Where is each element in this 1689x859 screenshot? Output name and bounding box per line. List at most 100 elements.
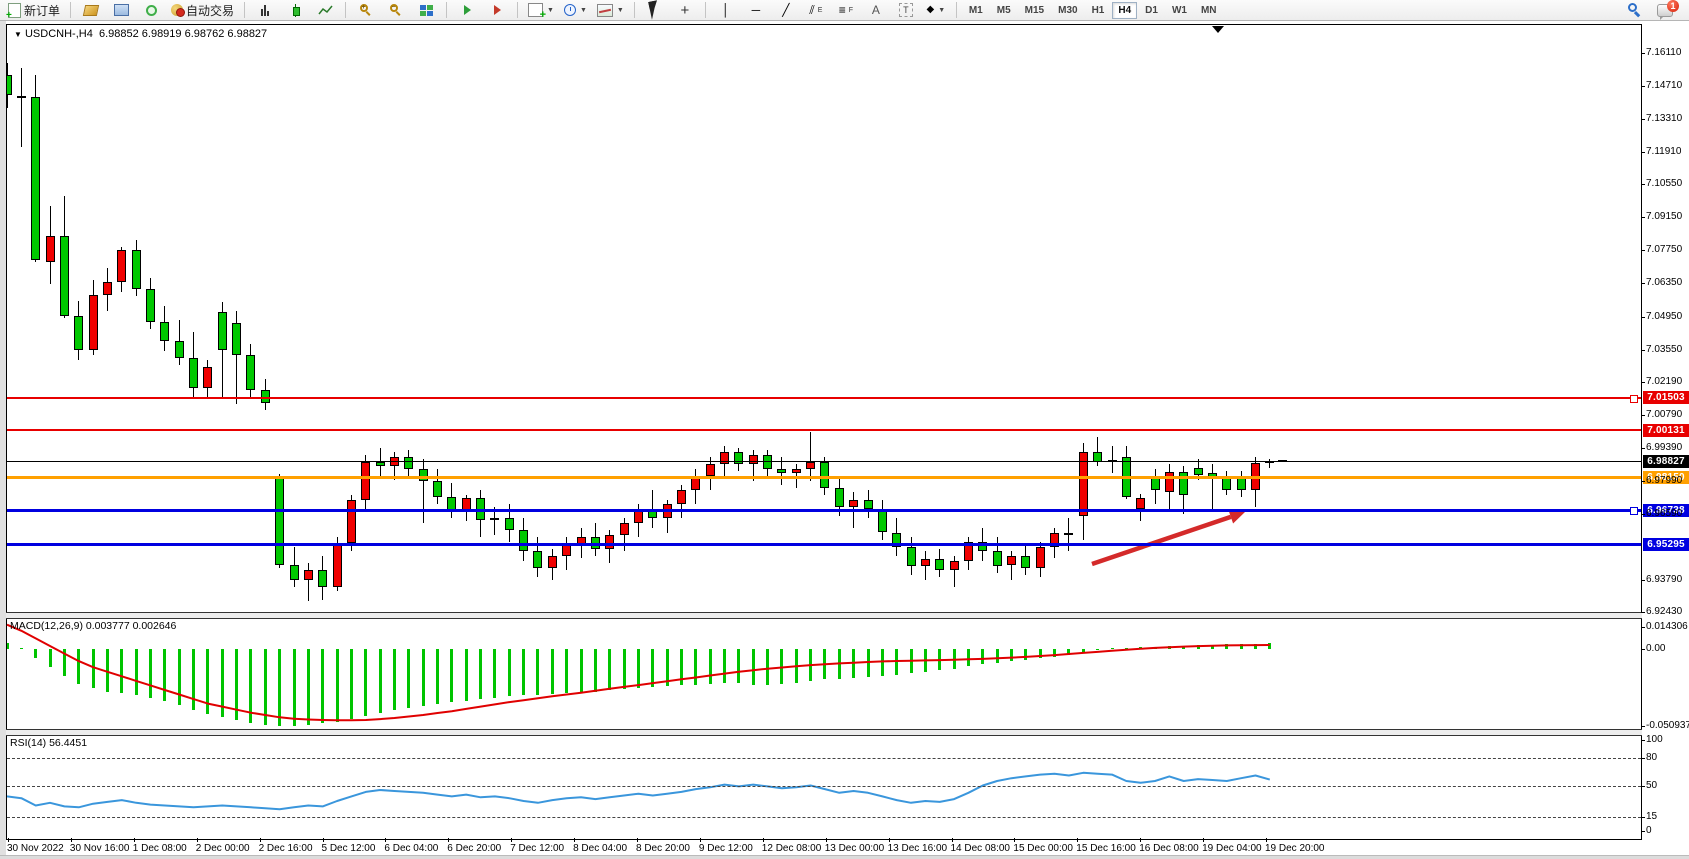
time-tick-label: 8 Dec 20:00 bbox=[636, 843, 690, 854]
price-tick bbox=[1641, 612, 1645, 613]
time-tick-label: 6 Dec 04:00 bbox=[384, 843, 438, 854]
price-tick bbox=[1641, 481, 1645, 482]
time-tick bbox=[700, 838, 701, 842]
time-tick-label: 8 Dec 04:00 bbox=[573, 843, 627, 854]
current-bar-tick bbox=[1278, 460, 1287, 462]
time-tick-label: 12 Dec 08:00 bbox=[762, 843, 822, 854]
price-tick bbox=[1641, 350, 1645, 351]
rsi-tick-label: 50 bbox=[1646, 780, 1657, 791]
rsi-tick-label: 80 bbox=[1646, 752, 1657, 763]
time-tick-label: 2 Dec 16:00 bbox=[259, 843, 313, 854]
price-badge-7.00131: 7.00131 bbox=[1643, 424, 1689, 437]
rsi-tick-label: 0 bbox=[1646, 825, 1652, 836]
time-tick bbox=[637, 838, 638, 842]
time-tick-label: 15 Dec 16:00 bbox=[1076, 843, 1136, 854]
price-hline-6.98150[interactable] bbox=[7, 476, 1641, 479]
time-tick-label: 9 Dec 12:00 bbox=[699, 843, 753, 854]
price-badge-6.95295: 6.95295 bbox=[1643, 538, 1689, 551]
price-tick-label: 7.02190 bbox=[1646, 376, 1682, 387]
price-tick-label: 7.00790 bbox=[1646, 409, 1682, 420]
time-tick-label: 2 Dec 00:00 bbox=[196, 843, 250, 854]
price-tick bbox=[1641, 53, 1645, 54]
rsi-tick bbox=[1641, 740, 1645, 741]
price-tick-label: 7.16110 bbox=[1646, 47, 1681, 58]
time-tick bbox=[448, 838, 449, 842]
time-tick bbox=[574, 838, 575, 842]
time-tick-label: 6 Dec 20:00 bbox=[447, 843, 501, 854]
macd-tick bbox=[1641, 649, 1645, 650]
time-tick bbox=[1077, 838, 1078, 842]
chart-title-symbol: USDCNH-,H4 bbox=[25, 28, 93, 40]
time-tick-label: 30 Nov 16:00 bbox=[70, 843, 130, 854]
time-tick bbox=[197, 838, 198, 842]
price-tick bbox=[1641, 283, 1645, 284]
time-tick-label: 13 Dec 00:00 bbox=[825, 843, 885, 854]
rsi-level-line-80 bbox=[7, 758, 1641, 759]
time-tick-label: 16 Dec 08:00 bbox=[1139, 843, 1199, 854]
rsi-line bbox=[7, 773, 1270, 809]
price-tick-label: 7.10550 bbox=[1646, 178, 1682, 189]
price-tick-label: 7.13310 bbox=[1646, 113, 1682, 124]
macd-tick-label: 0.014306 bbox=[1646, 621, 1688, 632]
time-tick bbox=[260, 838, 261, 842]
price-tick-label: 7.06350 bbox=[1646, 277, 1682, 288]
time-tick-label: 1 Dec 08:00 bbox=[133, 843, 187, 854]
price-tick-label: 7.07750 bbox=[1646, 244, 1682, 255]
time-tick bbox=[1266, 838, 1267, 842]
chart-dropdown-icon[interactable]: ▼ bbox=[14, 30, 22, 39]
rsi-tick bbox=[1641, 786, 1645, 787]
time-tick-label: 30 Nov 2022 bbox=[7, 843, 64, 854]
price-tick-label: 7.09150 bbox=[1646, 211, 1682, 222]
rsi-tick bbox=[1641, 817, 1645, 818]
macd-signal-line bbox=[7, 625, 1270, 721]
price-tick bbox=[1641, 217, 1645, 218]
time-tick-label: 7 Dec 12:00 bbox=[510, 843, 564, 854]
price-tick-label: 7.14710 bbox=[1646, 80, 1682, 91]
rsi-tick-label: 100 bbox=[1646, 734, 1663, 745]
price-tick-label: 7.11910 bbox=[1646, 146, 1681, 157]
price-tick bbox=[1641, 152, 1645, 153]
price-hline-7.00131[interactable] bbox=[7, 429, 1641, 431]
price-tick bbox=[1641, 86, 1645, 87]
chart-title-ohlc: 6.98852 6.98919 6.98762 6.98827 bbox=[99, 28, 267, 40]
time-tick-label: 19 Dec 04:00 bbox=[1202, 843, 1262, 854]
time-tick bbox=[889, 838, 890, 842]
time-tick bbox=[323, 838, 324, 842]
price-tick bbox=[1641, 317, 1645, 318]
chart-shift-marker[interactable] bbox=[1212, 26, 1224, 33]
price-tick-label: 6.96590 bbox=[1646, 508, 1682, 519]
rsi-level-line-15 bbox=[7, 817, 1641, 818]
time-tick bbox=[511, 838, 512, 842]
price-tick bbox=[1641, 415, 1645, 416]
time-tick-label: 13 Dec 16:00 bbox=[888, 843, 948, 854]
price-tick-label: 7.03550 bbox=[1646, 344, 1682, 355]
price-tick bbox=[1641, 448, 1645, 449]
price-badge-6.98827: 6.98827 bbox=[1643, 455, 1689, 468]
price-hline-6.98827[interactable] bbox=[7, 461, 1641, 462]
time-tick bbox=[1140, 838, 1141, 842]
rsi-tick bbox=[1641, 831, 1645, 832]
price-tick-label: 6.92430 bbox=[1646, 606, 1682, 617]
price-hline-7.01503[interactable] bbox=[7, 397, 1641, 399]
macd-tick-label: -0.050937 bbox=[1646, 720, 1689, 731]
time-tick bbox=[71, 838, 72, 842]
price-tick bbox=[1641, 580, 1645, 581]
time-tick-label: 15 Dec 00:00 bbox=[1013, 843, 1073, 854]
price-tick bbox=[1641, 250, 1645, 251]
trend-arrow-line[interactable] bbox=[1092, 517, 1231, 564]
price-tick bbox=[1641, 184, 1645, 185]
rsi-tick-label: 15 bbox=[1646, 811, 1657, 822]
time-tick bbox=[952, 838, 953, 842]
price-tick-label: 7.04950 bbox=[1646, 311, 1682, 322]
price-tick-label: 6.99390 bbox=[1646, 442, 1682, 453]
price-hline-6.95295[interactable] bbox=[7, 543, 1641, 546]
macd-tick bbox=[1641, 726, 1645, 727]
hline-handle[interactable] bbox=[1630, 507, 1638, 515]
price-tick bbox=[1641, 119, 1645, 120]
time-tick bbox=[8, 838, 9, 842]
price-tick-label: 6.93790 bbox=[1646, 574, 1682, 585]
hline-handle[interactable] bbox=[1630, 395, 1638, 403]
trend-arrow-head[interactable] bbox=[1229, 510, 1246, 523]
macd-tick bbox=[1641, 627, 1645, 628]
price-hline-6.96738[interactable] bbox=[7, 509, 1641, 512]
